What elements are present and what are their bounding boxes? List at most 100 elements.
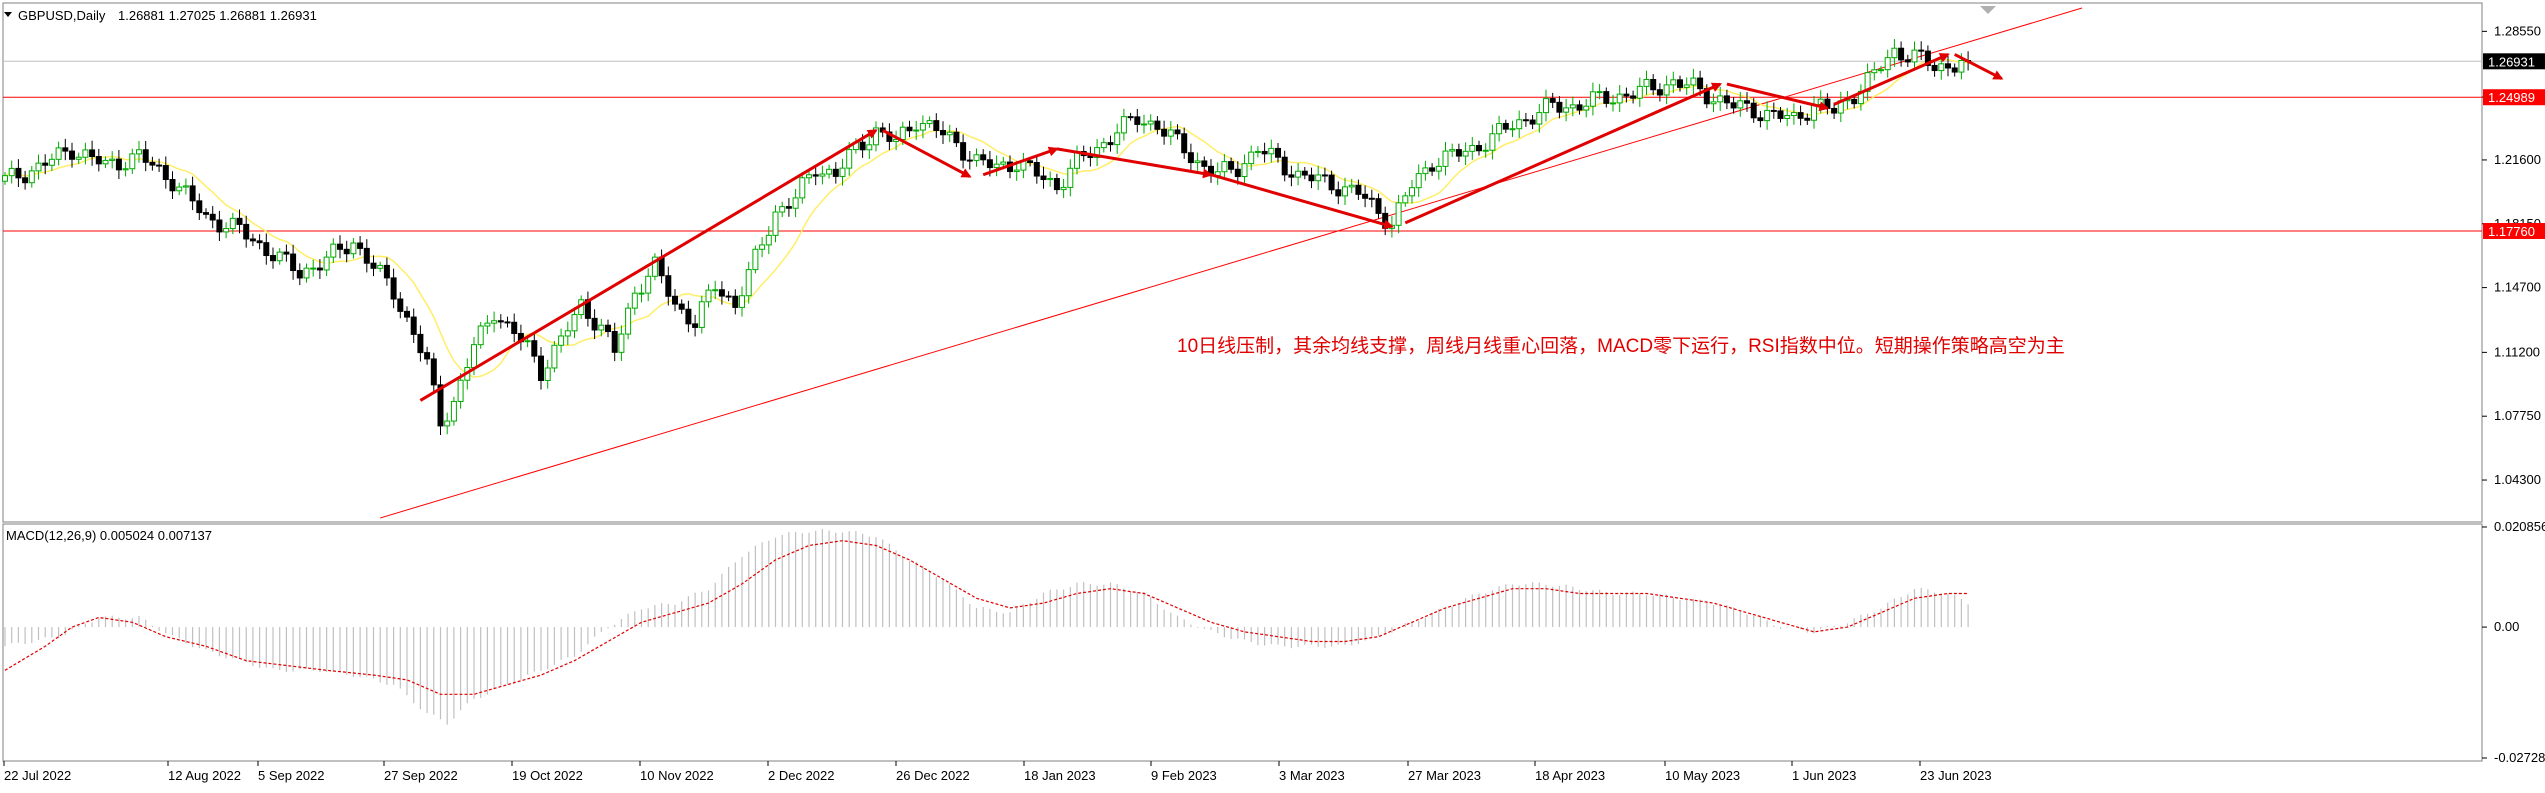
candle-body	[1482, 149, 1489, 152]
candle-body	[1623, 93, 1630, 97]
candle-body	[1315, 174, 1322, 182]
candle-body	[1918, 49, 1925, 52]
candle-body	[223, 228, 230, 233]
candle-body	[551, 344, 558, 369]
candle-body	[1027, 160, 1034, 164]
candle-body	[1710, 101, 1717, 105]
candle-body	[1516, 119, 1523, 130]
candle-body	[846, 149, 853, 169]
candle-body	[812, 174, 819, 177]
time-tick-label: 27 Mar 2023	[1408, 768, 1481, 783]
candle-body	[1409, 187, 1415, 197]
candle-body	[1817, 98, 1824, 105]
candle-body	[1529, 119, 1536, 125]
candle-body	[1301, 170, 1308, 176]
candle-body	[1248, 151, 1255, 165]
candle-body	[859, 141, 866, 151]
candle-body	[946, 131, 953, 136]
candle	[437, 375, 444, 435]
candle-body	[745, 269, 752, 297]
candle-body	[404, 310, 410, 318]
candle-body	[605, 324, 611, 333]
macd-axis: 0.020856 0.00 -0.02728	[2482, 519, 2545, 765]
price-tick-label: 1.28550	[2494, 23, 2541, 38]
candle-body	[276, 251, 283, 262]
candle-body	[296, 270, 303, 279]
candle-body	[8, 167, 15, 177]
candle-body	[115, 158, 122, 171]
candle-body	[162, 165, 169, 180]
candle-body	[1375, 198, 1382, 214]
candle	[477, 321, 484, 349]
candle-body	[169, 178, 176, 192]
candle-body	[15, 167, 22, 179]
candle-body	[1000, 161, 1007, 165]
candle-body	[1328, 174, 1335, 191]
candle-body	[75, 156, 82, 160]
candle-body	[1636, 85, 1643, 99]
candle-body	[1737, 100, 1744, 109]
candle-body	[906, 126, 913, 132]
candle-body	[1120, 116, 1127, 134]
candle-body	[511, 321, 518, 334]
candle-body	[712, 289, 719, 292]
candle-body	[22, 177, 29, 184]
candle-body	[1275, 147, 1281, 158]
candle-body	[1589, 91, 1596, 107]
candle-body	[960, 142, 967, 161]
candle-body	[142, 149, 149, 163]
candle-body	[1549, 98, 1556, 103]
ohlc-values: 1.26881 1.27025 1.26881 1.26931	[118, 8, 317, 23]
candle-body	[1040, 175, 1047, 181]
candle-body	[1697, 77, 1704, 90]
candle-body	[417, 333, 424, 354]
candle-body	[966, 159, 973, 162]
candle-body	[1650, 78, 1657, 91]
candle-body	[1455, 149, 1462, 157]
candle-body	[558, 335, 565, 346]
candle-body	[1576, 104, 1583, 111]
candle-body	[1281, 156, 1288, 176]
candle-body	[993, 163, 1000, 169]
candle-body	[799, 177, 806, 199]
candle-body	[1723, 95, 1730, 104]
candle-body	[1395, 202, 1402, 226]
candle-body	[303, 267, 310, 279]
candle-body	[82, 149, 89, 158]
candle-body	[1670, 79, 1677, 86]
candle-body	[638, 292, 645, 295]
candle-body	[1362, 193, 1369, 199]
time-tick-label: 23 Jun 2023	[1920, 768, 1992, 783]
candle-body	[1161, 128, 1168, 137]
candle-body	[1033, 162, 1040, 177]
candle-body	[1100, 142, 1107, 149]
candle-body	[109, 158, 116, 161]
candle-body	[618, 333, 625, 353]
candle-body	[1221, 161, 1228, 173]
time-tick-label: 10 Nov 2022	[640, 768, 714, 783]
candle-body	[397, 298, 404, 312]
level-price-tag: 1.24989	[2488, 90, 2535, 105]
macd-tick-label: 0.00	[2494, 619, 2519, 634]
candle-body	[678, 303, 685, 310]
candle-body	[323, 256, 330, 271]
candle-body	[685, 308, 692, 325]
candle-body	[1931, 64, 1938, 72]
level-price-tag: 1.17760	[2488, 224, 2535, 239]
candle-body	[772, 211, 779, 236]
candle-body	[243, 223, 250, 240]
candle-body	[591, 317, 598, 331]
price-tick-label: 1.14700	[2494, 280, 2541, 295]
candle-body	[832, 168, 839, 177]
candle-body	[1368, 197, 1375, 200]
candle-body	[1442, 150, 1449, 167]
candle-body	[1898, 47, 1905, 61]
candle-body	[1797, 112, 1804, 119]
candle-body	[48, 158, 55, 166]
candle-body	[1261, 150, 1268, 155]
candle-body	[1254, 150, 1261, 153]
candle-body	[1181, 133, 1188, 154]
candle-body	[973, 154, 980, 161]
candle-body	[899, 126, 906, 141]
candle-body	[1496, 123, 1503, 135]
